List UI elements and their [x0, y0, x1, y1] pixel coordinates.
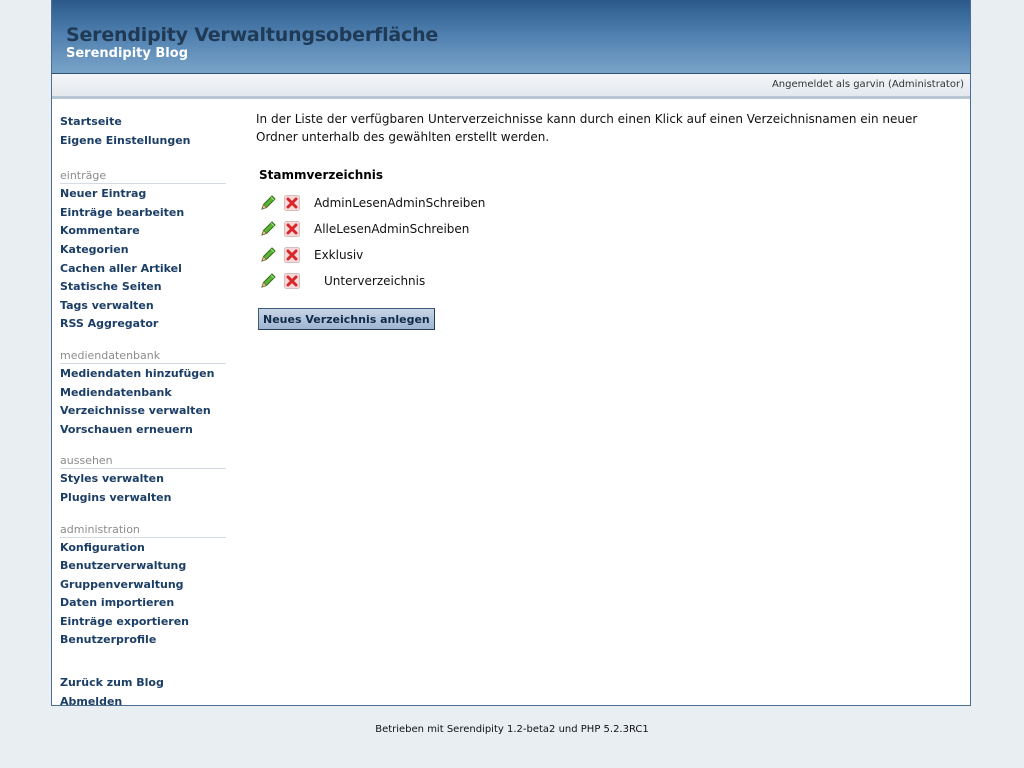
sidebar-item-konfiguration[interactable]: Konfiguration — [60, 540, 226, 559]
pencil-icon[interactable] — [259, 272, 277, 290]
sidebar-item-verzeichnisse-verwalten[interactable]: Verzeichnisse verwalten — [60, 403, 226, 422]
directory-name[interactable]: Unterverzeichnis — [324, 274, 425, 288]
root-directory-title: Stammverzeichnis — [259, 168, 384, 182]
admin-frame: Serendipity Verwaltungsoberfläche Serend… — [51, 0, 971, 708]
sidebar-item-kommentare[interactable]: Kommentare — [60, 223, 226, 242]
sidebar-item-mediendatenbank[interactable]: Mediendatenbank — [60, 385, 226, 404]
sidebar-item-neuer-eintrag[interactable]: Neuer Eintrag — [60, 186, 226, 205]
sidebar-item-startseite[interactable]: Startseite — [60, 114, 226, 133]
sidebar-item-eintraege-exportieren[interactable]: Einträge exportieren — [60, 614, 226, 633]
sidebar-item-eigene-einstellungen[interactable]: Eigene Einstellungen — [60, 133, 226, 152]
delete-x-icon[interactable] — [283, 272, 301, 290]
sidebar-item-plugins-verwalten[interactable]: Plugins verwalten — [60, 490, 226, 509]
admin-title: Serendipity Verwaltungsoberfläche — [66, 24, 439, 46]
sidebar-item-tags-verwalten[interactable]: Tags verwalten — [60, 298, 226, 317]
pencil-icon[interactable] — [259, 246, 277, 264]
sidebar-item-statische-seiten[interactable]: Statische Seiten — [60, 279, 226, 298]
sidebar-item-cachen-aller-artikel[interactable]: Cachen aller Artikel — [60, 261, 226, 280]
directory-name[interactable]: AdminLesenAdminSchreiben — [314, 196, 485, 210]
footer-text: Betrieben mit Serendipity 1.2-beta2 und … — [375, 724, 649, 735]
user-status-bar: Angemeldet als garvin (Administrator) — [52, 74, 970, 99]
sidebar-item-styles-verwalten[interactable]: Styles verwalten — [60, 471, 226, 490]
delete-x-icon[interactable] — [283, 194, 301, 212]
sidebar-item-abmelden[interactable]: Abmelden — [60, 694, 226, 713]
sidebar-item-benutzerprofile[interactable]: Benutzerprofile — [60, 632, 226, 651]
logged-in-text: Angemeldet als garvin (Administrator) — [771, 79, 964, 90]
sidebar-group-mediendatenbank-title: mediendatenbank — [60, 349, 226, 364]
sidebar-group-eintraege-title: einträge — [60, 169, 226, 185]
sidebar-group-administration-title: administration — [60, 523, 226, 538]
header-banner: Serendipity Verwaltungsoberfläche Serend… — [52, 0, 970, 74]
sidebar-item-benutzerverwaltung[interactable]: Benutzerverwaltung — [60, 558, 226, 577]
sidebar-item-zurueck-zum-blog[interactable]: Zurück zum Blog — [60, 675, 226, 694]
sidebar-item-daten-importieren[interactable]: Daten importieren — [60, 595, 226, 614]
sidebar-item-mediendaten-hinzufuegen[interactable]: Mediendaten hinzufügen — [60, 366, 226, 385]
sidebar: Startseite Eigene Einstellungen einträge… — [60, 114, 226, 712]
sidebar-item-vorschauen-erneuern[interactable]: Vorschauen erneuern — [60, 422, 226, 441]
pencil-icon[interactable] — [259, 194, 277, 212]
sidebar-item-rss-aggregator[interactable]: RSS Aggregator — [60, 316, 226, 335]
sidebar-item-gruppenverwaltung[interactable]: Gruppenverwaltung — [60, 577, 226, 596]
directory-name[interactable]: Exklusiv — [314, 248, 363, 262]
directory-name[interactable]: AlleLesenAdminSchreiben — [314, 222, 469, 236]
blog-title: Serendipity Blog — [66, 46, 189, 61]
pencil-icon[interactable] — [259, 220, 277, 238]
sidebar-item-eintraege-bearbeiten[interactable]: Einträge bearbeiten — [60, 205, 226, 224]
sidebar-group-aussehen-title: aussehen — [60, 454, 226, 470]
delete-x-icon[interactable] — [283, 220, 301, 238]
delete-x-icon[interactable] — [283, 246, 301, 264]
new-directory-button[interactable]: Neues Verzeichnis anlegen — [258, 308, 435, 330]
main-content: In der Liste der verfügbaren Unterverzei… — [256, 110, 956, 330]
sidebar-item-kategorien[interactable]: Kategorien — [60, 242, 226, 261]
intro-text: In der Liste der verfügbaren Unterverzei… — [256, 112, 918, 144]
